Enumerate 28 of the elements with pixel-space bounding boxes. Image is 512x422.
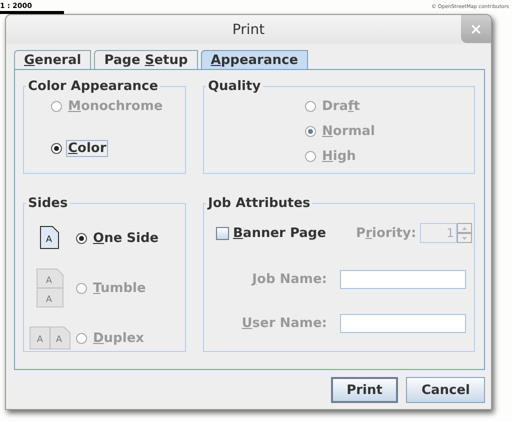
cancel-button[interactable]: Cancel	[406, 377, 485, 403]
up-arrow-icon	[462, 226, 468, 230]
down-arrow-icon	[462, 236, 468, 240]
radio-button[interactable]	[76, 232, 87, 244]
checkbox[interactable]	[216, 226, 229, 240]
increment-button[interactable]	[457, 223, 472, 233]
group-title: Color Appearance	[27, 79, 160, 94]
group-title: Job Attributes	[206, 196, 312, 211]
field-label: Priority:	[356, 226, 416, 240]
duplex-pages-icon: A A	[29, 326, 71, 350]
radio-label[interactable]: One Side	[91, 230, 161, 246]
radio-button[interactable]	[51, 143, 62, 154]
group-title: Sides	[27, 196, 69, 211]
input-field[interactable]	[340, 314, 466, 333]
tab[interactable]: Page Setup	[94, 50, 198, 69]
page-icon: A	[39, 225, 61, 251]
tumble-pages-icon: A A	[36, 268, 64, 308]
field-label: User Name:	[242, 316, 327, 331]
window-title: Print	[232, 22, 265, 38]
print-button[interactable]: Print	[330, 377, 398, 403]
radio-label[interactable]: Color	[66, 140, 108, 157]
input-field[interactable]	[340, 270, 466, 289]
tab[interactable]: General	[14, 50, 92, 69]
group-title: Quality	[207, 79, 262, 94]
field-label: Job Name:	[252, 272, 327, 287]
decrement-button[interactable]	[457, 233, 472, 243]
checkbox-label[interactable]: Banner Page	[233, 226, 326, 240]
tab[interactable]: Appearance	[200, 50, 308, 69]
